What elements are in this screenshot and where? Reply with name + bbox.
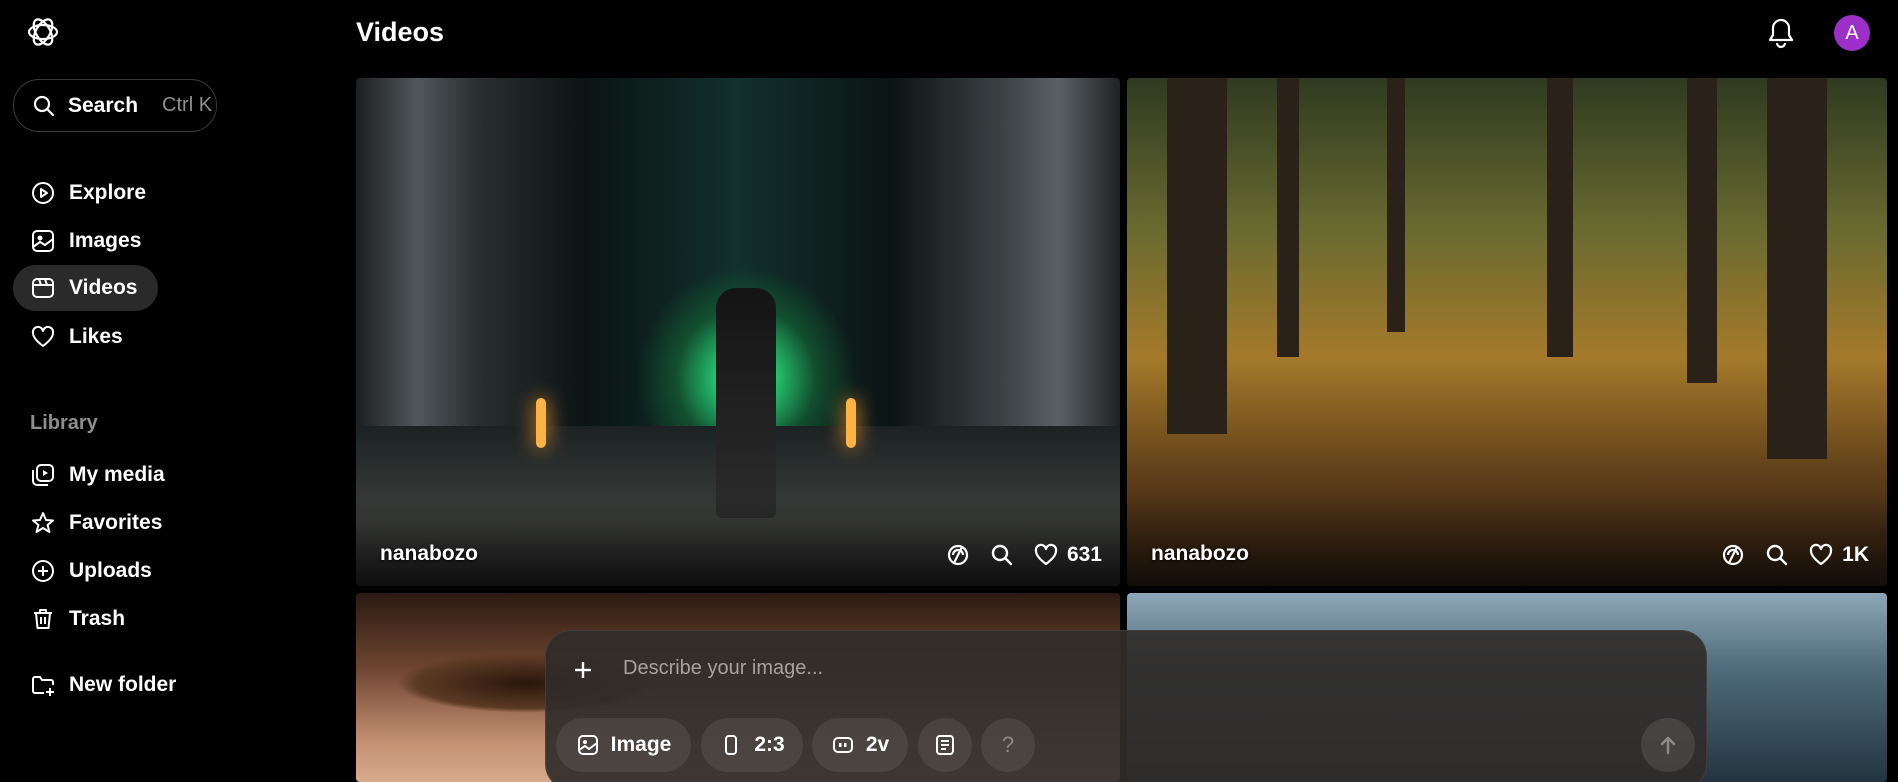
card-overlay xyxy=(356,496,1120,586)
sidebar-item-favorites[interactable]: Favorites xyxy=(13,500,173,546)
sidebar-item-my-media[interactable]: My media xyxy=(13,452,173,498)
aspect-ratio-button[interactable]: 2:3 xyxy=(701,718,803,772)
add-attachment-icon[interactable] xyxy=(570,657,596,683)
media-icon xyxy=(30,462,56,488)
image-mode-button[interactable]: Image xyxy=(556,718,691,772)
like-count: 1K xyxy=(1842,543,1869,566)
sidebar-item-images[interactable]: Images xyxy=(13,218,158,264)
card-actions: 1K xyxy=(1720,542,1869,568)
torch-decoration xyxy=(536,398,546,448)
prompt-input[interactable] xyxy=(623,657,1523,680)
video-thumbnail xyxy=(1387,78,1405,332)
arrow-up-icon xyxy=(1656,733,1680,757)
sidebar-item-label: Favorites xyxy=(69,511,163,534)
search-button[interactable]: Search Ctrl K xyxy=(13,79,217,132)
sidebar-item-label: My media xyxy=(69,463,165,486)
like-button[interactable]: 631 xyxy=(1033,542,1102,568)
remix-icon[interactable] xyxy=(1720,542,1746,568)
torch-decoration xyxy=(846,398,856,448)
image-icon xyxy=(576,733,600,757)
video-thumbnail-figure xyxy=(716,288,776,518)
like-count: 631 xyxy=(1066,543,1102,566)
search-icon xyxy=(32,94,56,118)
sidebar-item-likes[interactable]: Likes xyxy=(13,314,158,360)
heart-icon xyxy=(1033,542,1059,568)
variations-button[interactable]: 2v xyxy=(812,718,908,772)
video-icon xyxy=(30,275,56,301)
video-thumbnail xyxy=(1547,78,1573,358)
card-author[interactable]: nanabozo xyxy=(380,542,478,566)
sidebar-item-uploads[interactable]: Uploads xyxy=(13,548,173,594)
heart-icon xyxy=(30,324,56,350)
sidebar-item-label: Images xyxy=(69,229,142,252)
aspect-ratio-label: 2:3 xyxy=(754,733,785,756)
card-author[interactable]: nanabozo xyxy=(1151,542,1249,566)
notification-bell-icon[interactable] xyxy=(1766,16,1796,50)
style-preset-button[interactable] xyxy=(918,718,972,772)
portrait-icon xyxy=(719,733,743,757)
sidebar-item-label: Uploads xyxy=(69,559,152,582)
video-thumbnail xyxy=(1767,78,1827,459)
image-icon xyxy=(30,228,56,254)
video-thumbnail xyxy=(1687,78,1717,383)
sidebar-item-label: Likes xyxy=(69,325,123,348)
variations-icon xyxy=(831,733,855,757)
like-button[interactable]: 1K xyxy=(1808,542,1869,568)
folder-plus-icon xyxy=(30,672,56,698)
search-label: Search xyxy=(68,93,139,117)
heart-icon xyxy=(1808,542,1834,568)
trash-icon xyxy=(30,606,56,632)
video-card[interactable]: nanabozo 1K xyxy=(1127,78,1887,586)
video-card[interactable]: nanabozo 631 xyxy=(356,78,1120,586)
sidebar-item-explore[interactable]: Explore xyxy=(13,170,158,216)
play-circle-icon xyxy=(30,180,56,206)
upload-icon xyxy=(30,558,56,584)
video-thumbnail xyxy=(1167,78,1227,434)
submit-button[interactable] xyxy=(1641,718,1695,772)
library-heading: Library xyxy=(30,412,98,434)
video-thumbnail xyxy=(1277,78,1299,358)
sidebar-item-videos[interactable]: Videos xyxy=(13,265,158,311)
sidebar-item-label: Videos xyxy=(69,276,138,299)
new-folder-button[interactable]: New folder xyxy=(13,662,203,708)
variations-label: 2v xyxy=(865,733,890,756)
search-icon[interactable] xyxy=(989,542,1015,568)
sidebar-item-trash[interactable]: Trash xyxy=(13,596,173,642)
image-mode-label: Image xyxy=(610,733,672,756)
card-actions: 631 xyxy=(945,542,1102,568)
sidebar-item-label: Explore xyxy=(69,181,147,204)
remix-icon[interactable] xyxy=(945,542,971,568)
star-icon xyxy=(30,510,56,536)
card-overlay xyxy=(1127,496,1887,586)
search-icon[interactable] xyxy=(1764,542,1790,568)
new-folder-label: New folder xyxy=(69,673,177,696)
search-shortcut: Ctrl K xyxy=(162,94,213,116)
app-window: Search Ctrl K Explore Images Videos Like… xyxy=(0,0,1898,782)
logo-icon[interactable] xyxy=(26,15,60,49)
help-button[interactable]: ? xyxy=(981,718,1035,772)
prompt-composer: Image 2:3 2v ? xyxy=(545,630,1707,782)
avatar[interactable]: A xyxy=(1834,15,1870,51)
page-title: Videos xyxy=(356,17,445,47)
sidebar-item-label: Trash xyxy=(69,607,126,630)
preset-icon xyxy=(933,733,957,757)
